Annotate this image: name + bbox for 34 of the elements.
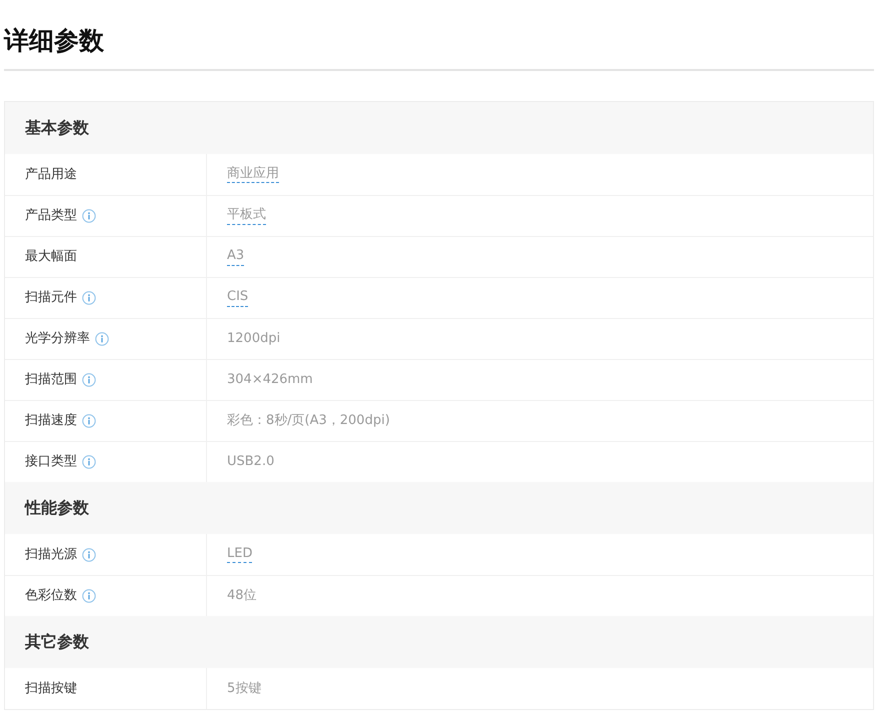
- param-value-link[interactable]: 平板式: [227, 207, 266, 225]
- info-icon[interactable]: [82, 291, 96, 305]
- param-value: 彩色：8秒/页(A3，200dpi): [227, 412, 390, 430]
- param-label: 扫描按键: [25, 680, 77, 698]
- param-label: 产品类型: [25, 207, 77, 226]
- param-value-link[interactable]: LED: [227, 546, 252, 564]
- param-label: 扫描光源: [25, 546, 77, 564]
- info-icon[interactable]: [82, 414, 96, 428]
- param-label: 色彩位数: [25, 587, 77, 606]
- param-value: 5按键: [227, 680, 262, 698]
- param-value-link[interactable]: A3: [227, 248, 244, 266]
- param-value-link[interactable]: 商业应用: [227, 166, 279, 184]
- param-value-link[interactable]: CIS: [227, 289, 248, 307]
- section-heading: 其它参数: [25, 631, 89, 653]
- info-icon[interactable]: [95, 332, 109, 346]
- param-label: 光学分辨率: [25, 330, 90, 348]
- param-label: 扫描范围: [25, 371, 77, 390]
- param-label: 扫描速度: [25, 412, 77, 430]
- param-label: 最大幅面: [25, 248, 77, 266]
- param-label: 产品用途: [25, 166, 77, 184]
- info-icon[interactable]: [82, 373, 96, 387]
- param-label: 扫描元件: [25, 289, 77, 308]
- param-value: USB2.0: [227, 453, 274, 472]
- param-value: 48位: [227, 587, 257, 606]
- info-icon[interactable]: [82, 589, 96, 603]
- param-label: 接口类型: [25, 453, 77, 472]
- section-heading: 性能参数: [25, 497, 89, 519]
- info-icon[interactable]: [82, 455, 96, 469]
- page-title: 详细参数: [4, 25, 105, 57]
- param-value: 304×426mm: [227, 371, 313, 390]
- section-heading: 基本参数: [25, 117, 89, 139]
- param-value: 1200dpi: [227, 330, 280, 348]
- info-icon[interactable]: [82, 209, 96, 223]
- info-icon[interactable]: [82, 548, 96, 562]
